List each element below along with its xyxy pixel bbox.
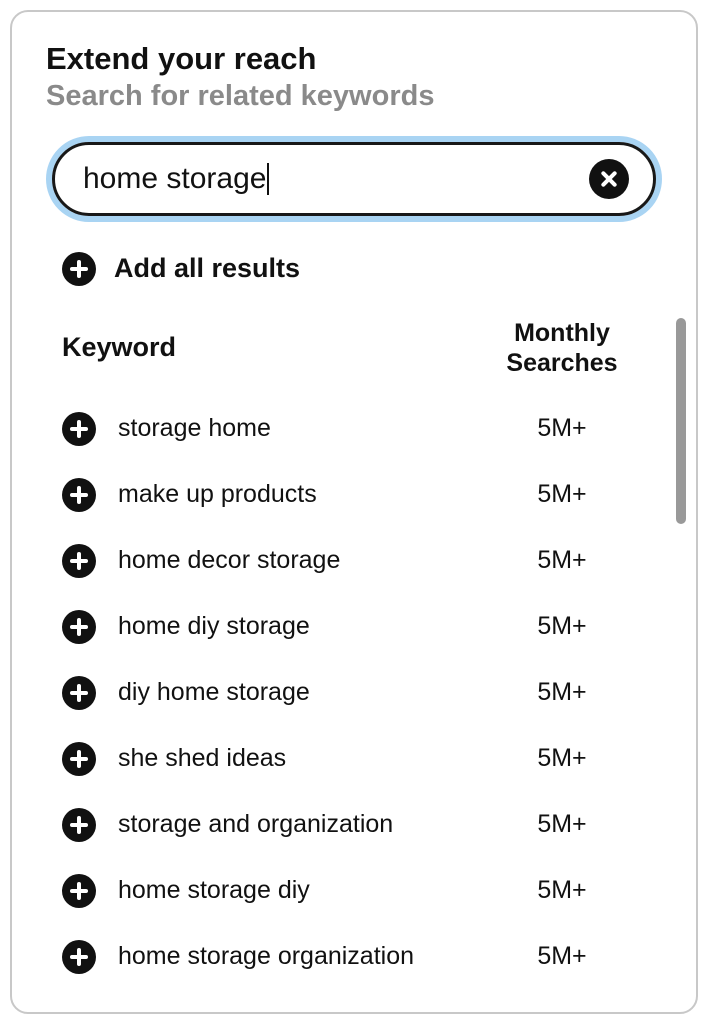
table-row: storage home 5M+: [46, 396, 662, 462]
keyword-text: home storage diy: [118, 875, 440, 906]
plus-icon: [62, 544, 96, 578]
panel-subtitle: Search for related keywords: [46, 79, 662, 114]
plus-icon: [62, 478, 96, 512]
keyword-text: home storage organization: [118, 941, 440, 972]
plus-icon: [62, 940, 96, 974]
search-container: home storage: [46, 136, 662, 222]
panel-title: Extend your reach: [46, 40, 662, 77]
plus-icon: [62, 610, 96, 644]
table-row: make up products 5M+: [46, 462, 662, 528]
add-keyword-button[interactable]: [62, 412, 96, 446]
text-caret: [267, 163, 269, 195]
add-keyword-button[interactable]: [62, 610, 96, 644]
search-field-border: home storage: [52, 142, 656, 216]
table-row: diy home storage 5M+: [46, 660, 662, 726]
add-keyword-button[interactable]: [62, 676, 96, 710]
table-row: home storage organization 5M+: [46, 924, 662, 990]
results-list: storage home5M+make up products5M+home d…: [46, 396, 662, 990]
scrollbar-thumb[interactable]: [676, 318, 686, 524]
monthly-searches-value: 5M+: [462, 612, 662, 641]
plus-icon: [62, 412, 96, 446]
monthly-searches-value: 5M+: [462, 480, 662, 509]
add-all-label: Add all results: [114, 253, 300, 284]
monthly-searches-value: 5M+: [462, 546, 662, 575]
monthly-searches-value: 5M+: [462, 876, 662, 905]
keyword-text: home decor storage: [118, 545, 440, 576]
column-header-searches-line2: Searches: [506, 349, 617, 377]
close-icon: [589, 159, 629, 199]
monthly-searches-value: 5M+: [462, 744, 662, 773]
column-header-keyword: Keyword: [46, 332, 462, 363]
plus-icon: [62, 874, 96, 908]
table-header: Keyword Monthly Searches: [46, 318, 662, 378]
add-keyword-button[interactable]: [62, 940, 96, 974]
extend-reach-panel: Extend your reach Search for related key…: [10, 10, 698, 1014]
table-row: she shed ideas 5M+: [46, 726, 662, 792]
monthly-searches-value: 5M+: [462, 678, 662, 707]
search-focus-ring: home storage: [46, 136, 662, 222]
results-area: Keyword Monthly Searches storage home 5M+…: [46, 318, 662, 990]
add-keyword-button[interactable]: [62, 874, 96, 908]
keyword-text: storage home: [118, 413, 440, 444]
keyword-text: she shed ideas: [118, 743, 440, 774]
table-row: storage and organization 5M+: [46, 792, 662, 858]
keyword-text: home diy storage: [118, 611, 440, 642]
column-header-searches-line1: Monthly: [514, 319, 610, 347]
search-input-value: home storage: [83, 162, 266, 196]
monthly-searches-value: 5M+: [462, 942, 662, 971]
add-keyword-button[interactable]: [62, 478, 96, 512]
add-keyword-button[interactable]: [62, 544, 96, 578]
add-all-results-button[interactable]: Add all results: [62, 252, 662, 286]
plus-icon: [62, 742, 96, 776]
clear-search-button[interactable]: [587, 157, 631, 201]
plus-icon: [62, 676, 96, 710]
monthly-searches-value: 5M+: [462, 810, 662, 839]
table-row: home decor storage 5M+: [46, 528, 662, 594]
plus-icon: [62, 808, 96, 842]
monthly-searches-value: 5M+: [462, 414, 662, 443]
search-input[interactable]: home storage: [83, 162, 575, 196]
table-row: home diy storage 5M+: [46, 594, 662, 660]
keyword-text: storage and organization: [118, 809, 440, 840]
plus-icon: [62, 252, 96, 286]
column-header-searches: Monthly Searches: [462, 318, 662, 378]
keyword-text: diy home storage: [118, 677, 440, 708]
keyword-text: make up products: [118, 479, 440, 510]
add-keyword-button[interactable]: [62, 742, 96, 776]
add-keyword-button[interactable]: [62, 808, 96, 842]
table-row: home storage diy 5M+: [46, 858, 662, 924]
